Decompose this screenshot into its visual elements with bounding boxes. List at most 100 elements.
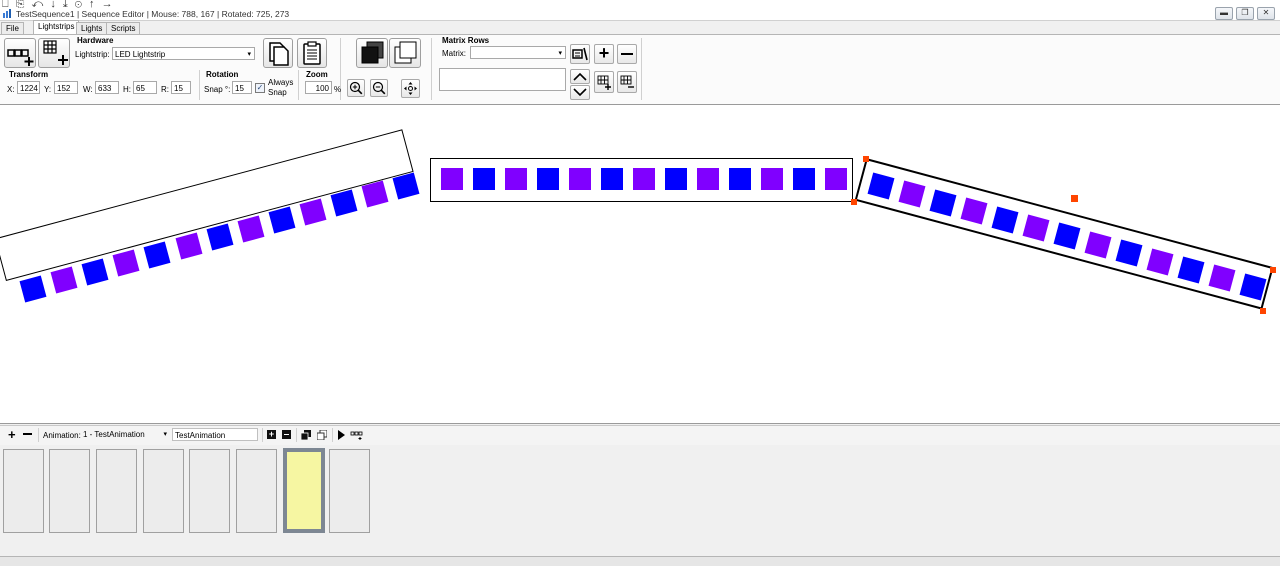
led-middle-strip-12[interactable] [793,168,815,190]
led-left-strip-10[interactable] [299,198,327,226]
bring-to-front-button[interactable] [356,38,388,68]
led-middle-strip-11[interactable] [761,168,783,190]
remove-animation-button[interactable] [23,433,32,435]
remove-matrix-row-button[interactable] [617,71,637,93]
matrix-edit-button[interactable] [570,44,590,64]
led-left-strip-5[interactable] [143,241,171,269]
window-title: TestSequence1 | Sequence Editor | Mouse:… [16,9,290,19]
tab-lights[interactable]: Lights [76,22,108,34]
zoom-out-button[interactable] [370,79,388,97]
remove-frame-button[interactable] [282,430,291,439]
paste-button[interactable] [297,38,327,68]
toolbar-separator [262,428,263,442]
copy-button[interactable] [263,38,293,68]
matrix-rows-list[interactable] [439,68,566,91]
tab-scripts[interactable]: Scripts [106,22,141,34]
resize-handle[interactable] [1260,308,1266,314]
add-frame-button[interactable]: + [267,430,276,439]
ribbon-separator [641,38,642,100]
matrix-rows-heading: Matrix Rows [442,36,490,45]
animation-select[interactable]: 1 - TestAnimation ▾ [83,428,170,442]
led-middle-strip-8[interactable] [665,168,687,190]
ribbon-separator [298,70,299,100]
animation-name-field[interactable]: TestAnimation [172,428,258,441]
frame-thumbnail[interactable] [96,449,137,533]
remove-row-button[interactable] [617,44,637,64]
led-middle-strip-6[interactable] [601,168,623,190]
led-middle-strip-3[interactable] [505,168,527,190]
animation-select-value: 1 - TestAnimation [83,430,145,439]
matrix-select[interactable]: ▾ [470,46,566,59]
tab-file[interactable]: File [1,22,24,34]
frame-thumbnail[interactable] [3,449,44,533]
frame-thumbnail[interactable] [143,449,184,533]
zoom-unit: % [334,85,342,94]
led-left-strip-12[interactable] [361,180,389,208]
add-lightstrip-button[interactable] [4,38,36,68]
lightstrip-select-value: LED Lightstrip [115,50,166,59]
led-middle-strip-10[interactable] [729,168,751,190]
led-left-strip-7[interactable] [206,223,234,251]
led-left-strip-2[interactable] [50,266,78,294]
move-row-down-button[interactable] [570,85,590,100]
led-middle-strip-9[interactable] [697,168,719,190]
copy-frame-icon[interactable] [301,430,311,440]
frame-thumbnail[interactable] [189,449,230,533]
y-field[interactable]: 152 [54,81,78,94]
led-middle-strip-1[interactable] [441,168,463,190]
x-label: X: [7,85,15,94]
frame-thumbnail[interactable] [49,449,90,533]
plus-icon: + [598,43,610,63]
frame-thumbnail-selected[interactable] [283,448,325,533]
frame-thumbnail[interactable] [329,449,370,533]
frame-thumbnail[interactable] [236,449,277,533]
resize-handle[interactable] [1270,267,1276,273]
h-field[interactable]: 65 [133,81,157,94]
close-button[interactable]: ✕ [1257,7,1275,20]
x-field[interactable]: 1224 [17,81,40,94]
add-matrix-button[interactable] [38,38,70,68]
rotate-handle[interactable] [1071,195,1078,202]
always-snap-checkbox[interactable]: ✓ [255,83,265,93]
resize-handle[interactable] [851,199,857,205]
ribbon-separator [199,70,200,100]
add-animation-button[interactable]: + [8,427,16,442]
led-left-strip-3[interactable] [81,258,109,286]
led-middle-strip-7[interactable] [633,168,655,190]
led-middle-strip-2[interactable] [473,168,495,190]
send-to-back-icon [394,41,417,64]
resize-handle[interactable] [863,156,869,162]
tab-lightstrips[interactable]: Lightstrips [33,20,80,35]
led-left-strip-6[interactable] [175,232,202,260]
led-middle-strip-5[interactable] [569,168,591,190]
zoom-in-button[interactable] [347,79,365,97]
add-row-button[interactable]: + [594,44,614,64]
lightstrip-select[interactable]: LED Lightstrip ▾ [112,47,255,60]
zoom-heading: Zoom [306,70,328,79]
led-middle-strip-13[interactable] [825,168,847,190]
play-icon[interactable] [337,430,346,440]
zoom-field[interactable]: 100 [305,81,332,94]
led-left-strip-9[interactable] [268,206,296,234]
led-left-strip-4[interactable] [112,249,140,277]
led-middle-strip-4[interactable] [537,168,559,190]
pan-button[interactable] [401,79,420,98]
led-left-strip-11[interactable] [330,189,358,217]
led-left-strip-8[interactable] [237,215,265,243]
lightstrip-label: Lightstrip: [75,50,110,59]
led-left-strip-1[interactable] [19,275,47,303]
move-row-up-button[interactable] [570,69,590,84]
r-field[interactable]: 15 [171,81,191,94]
w-field[interactable]: 633 [95,81,119,94]
add-matrix-row-button[interactable] [594,71,614,93]
snap-field[interactable]: 15 [232,81,252,94]
loop-strip-icon[interactable] [350,430,364,440]
sequence-canvas[interactable] [0,104,1280,424]
led-left-strip-13[interactable] [392,172,420,200]
always-snap-label-line1: Always [268,78,294,87]
matrix-edit-icon [572,47,588,61]
send-to-back-button[interactable] [389,38,421,68]
minimize-button[interactable]: ▬ [1215,7,1233,20]
restore-button[interactable]: ❐ [1236,7,1254,20]
paste-frame-icon[interactable] [317,430,327,440]
